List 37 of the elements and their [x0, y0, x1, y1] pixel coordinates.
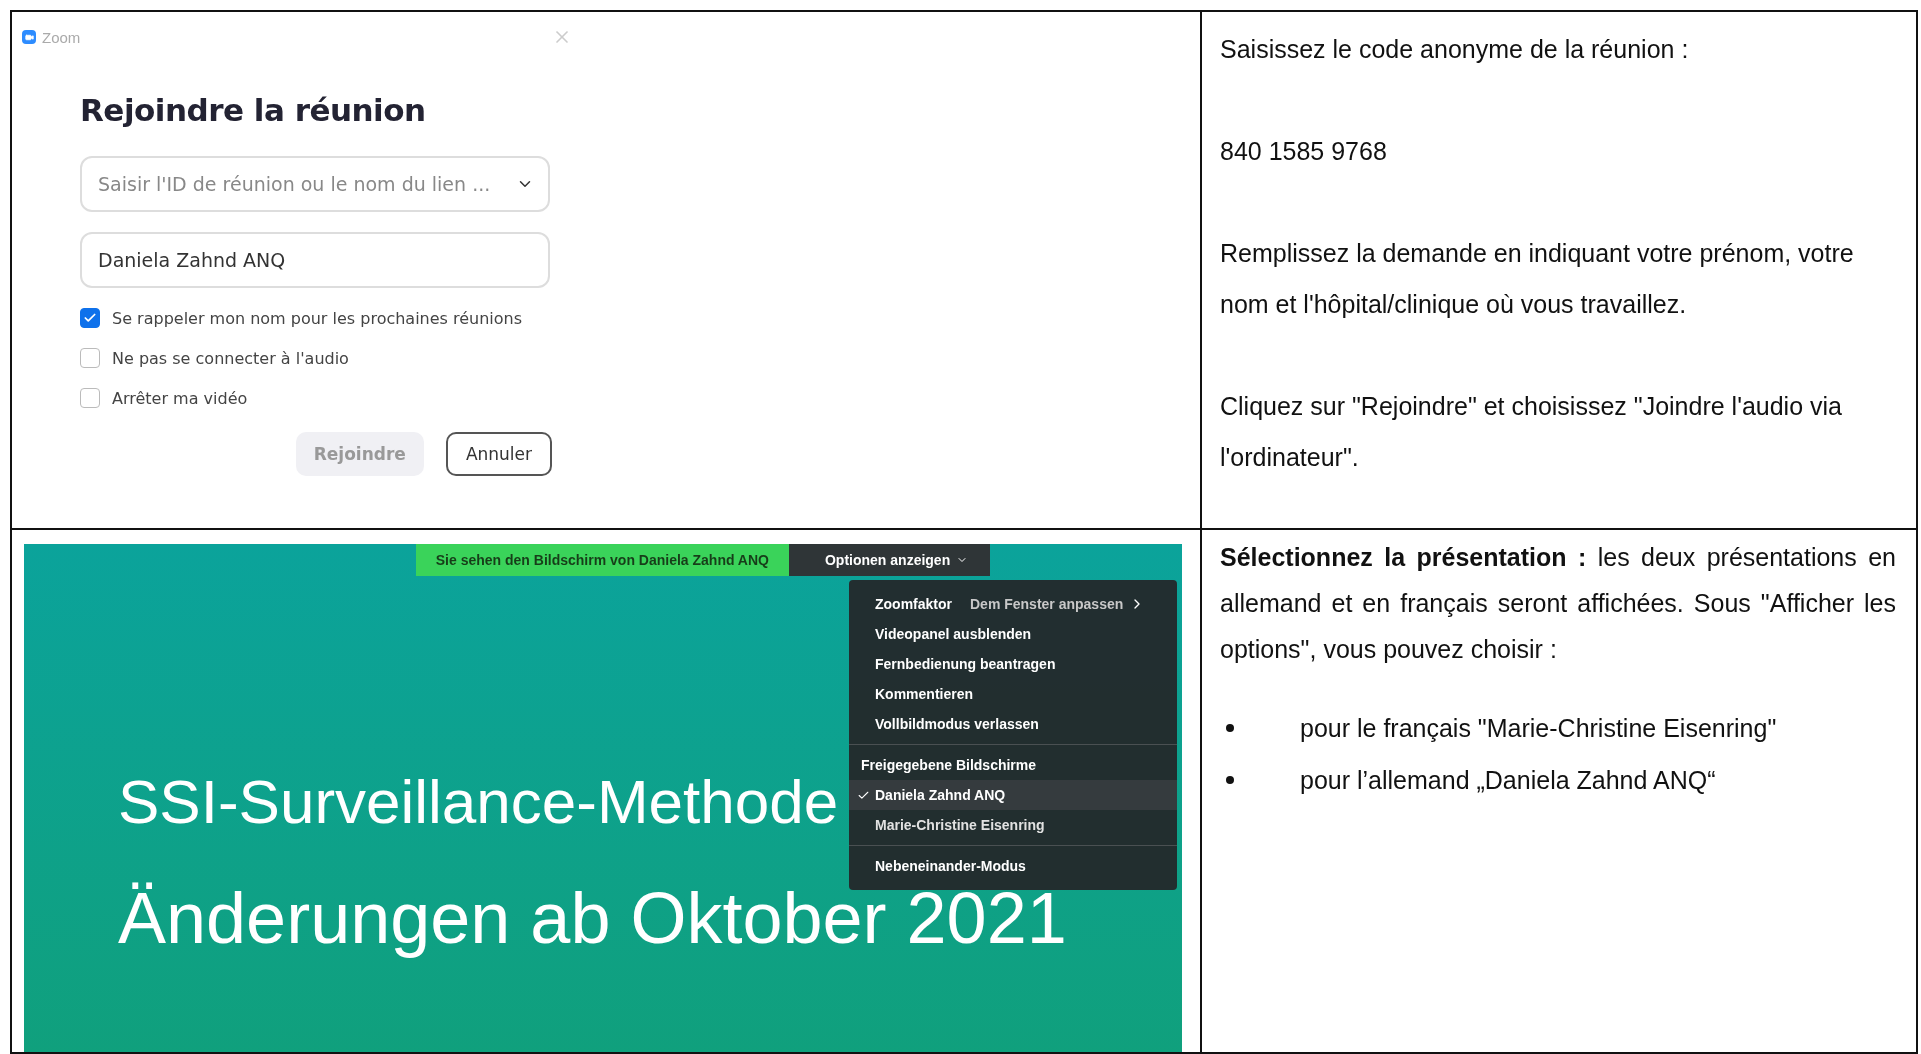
instruction-text: Sélectionnez la présentation : les deux présentations en allemand et en français seront affichées. Sous "Afficher les options", vous pouvez choisir :	[1220, 542, 1896, 665]
name-input-field[interactable]: Daniela Zahnd ANQ	[80, 232, 550, 288]
slide-title: SSI-Surveillance-Methode	[118, 766, 839, 837]
dialog-button[interactable]: Annuler	[445, 432, 552, 476]
menu-item[interactable]: Videopanel ausblenden	[849, 619, 1177, 649]
menu-item-value: Dem Fenster anpassen	[970, 596, 1124, 612]
menu-item[interactable]: Zoomfaktor Dem Fenster anpassen	[849, 589, 1177, 619]
menu-option[interactable]: Daniela Zahnd ANQ	[849, 780, 1177, 810]
window-title: Zoom	[42, 28, 81, 46]
checkbox[interactable]	[80, 348, 100, 368]
instruction-text: Saisissez le code anonyme de la réunion :	[1220, 34, 1690, 65]
menu-item[interactable]: Fernbedienung beantragen	[849, 649, 1177, 679]
instruction-text: 840 1585 9768	[1220, 136, 1388, 167]
meeting-id-input[interactable]: Saisir l'ID de réunion ou le nom du lien ...	[96, 172, 516, 196]
checkbox-label: Ne pas se connecter à l'audio	[112, 348, 349, 368]
sharing-banner: Sie sehen den Bildschirm von Daniela Zahnd ANQ	[415, 544, 789, 576]
checkbox[interactable]	[80, 308, 100, 328]
name-input[interactable]: Daniela Zahnd ANQ	[96, 248, 534, 272]
menu-item[interactable]: Kommentieren	[849, 679, 1177, 709]
menu-option[interactable]: Marie-Christine Eisenring	[849, 810, 1177, 840]
menu-section-header: Freigegebene Bildschirme	[860, 756, 1038, 775]
checkmark-icon	[83, 311, 97, 325]
bullet-text: pour le français "Marie-Christine Eisenring"	[1300, 713, 1777, 744]
menu-item-label: Zoomfaktor	[875, 596, 952, 612]
options-button[interactable]: Optionen anzeigen	[789, 544, 991, 576]
bullet-icon	[1226, 724, 1234, 732]
dialog-heading: Rejoindre la réunion	[80, 92, 427, 128]
instruction-text: Remplissez la demande en indiquant votre prénom, votre nom et l'hôpital/clinique où vous travaillez.	[1220, 238, 1855, 320]
checkbox[interactable]	[80, 388, 100, 408]
bullet-text: pour l’allemand „Daniela Zahnd ANQ“	[1300, 765, 1716, 796]
video-camera-logo-icon	[22, 30, 36, 44]
instruction-text: Cliquez sur "Rejoindre" et choisissez "Joindre l'audio via l'ordinateur".	[1220, 391, 1843, 473]
checkbox-label: Se rappeler mon nom pour les prochaines réunions	[112, 308, 523, 328]
menu-item[interactable]: Vollbildmodus verlassen	[849, 709, 1177, 739]
checkbox-label: Arrêter ma vidéo	[112, 388, 248, 408]
meeting-id-dropdown[interactable]: Saisir l'ID de réunion ou le nom du lien ...	[80, 156, 550, 212]
bullet-icon	[1226, 776, 1234, 784]
